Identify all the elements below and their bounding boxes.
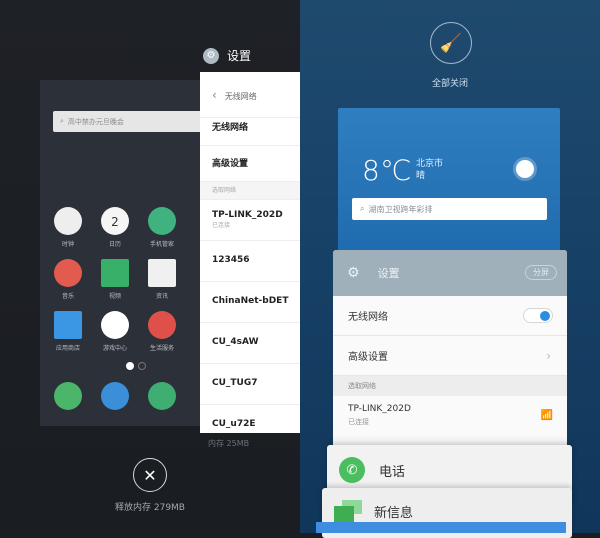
app-store-icon bbox=[54, 311, 82, 339]
clear-all-label: 全部关闭 bbox=[431, 79, 468, 89]
news-icon bbox=[148, 259, 176, 287]
home-search-bar[interactable]: ⌕ 高中禁办元旦晚会 bbox=[53, 111, 203, 132]
settings-card-header: ⚙ 设置 分屏 bbox=[333, 250, 567, 296]
settings-app-title: ⚙ 设置 bbox=[203, 47, 251, 64]
dock-phone[interactable] bbox=[48, 382, 88, 410]
network-item[interactable]: TP-LINK_202D 已连接 bbox=[200, 200, 300, 241]
weather-search-bar[interactable]: ⌕ 湖南卫视跨年彩排 bbox=[352, 198, 547, 220]
settings-recent-card[interactable]: ⚙ 设置 分屏 无线网络 高级设置 › 选取网络 TP-LINK_202D 已连… bbox=[333, 250, 567, 450]
home-screen-card[interactable]: ⌕ 高中禁办元旦晚会 时钟 2 日历 手机管家音乐 视频 资讯应用商店 游戏中心 生活服务 bbox=[40, 80, 210, 426]
settings-gear-icon: ⚙ bbox=[203, 47, 219, 64]
section-label: 选取网络 bbox=[333, 376, 567, 396]
app-clock[interactable]: 时钟 bbox=[48, 207, 88, 248]
app-news[interactable]: 资讯 bbox=[142, 259, 182, 300]
network-item[interactable]: ChinaNet-bDET bbox=[200, 282, 300, 323]
memory-usage: 内存 25MB bbox=[208, 439, 250, 448]
network-item[interactable]: CU_TUG7 bbox=[200, 364, 300, 405]
app-life-service[interactable]: 生活服务 bbox=[142, 311, 182, 352]
phone-icon: ✆ bbox=[339, 457, 365, 483]
wifi-toggle[interactable] bbox=[523, 308, 553, 323]
close-all-button[interactable]: ✕ bbox=[133, 458, 167, 492]
section-label: 选取网络 bbox=[200, 182, 300, 200]
video-icon bbox=[101, 259, 129, 287]
network-item[interactable]: TP-LINK_202D 已连接 📶 bbox=[333, 396, 567, 436]
game-center-icon bbox=[101, 311, 129, 339]
browser-icon bbox=[101, 382, 129, 410]
settings-app-card[interactable]: ‹ 无线网络 无线网络 高级设置 选取网络 TP-LINK_202D 已连接 1234… bbox=[200, 72, 300, 433]
sun-icon bbox=[516, 160, 534, 178]
network-item[interactable]: CU_u72E bbox=[200, 405, 300, 433]
city-name: 北京市 bbox=[416, 159, 444, 169]
clock-icon bbox=[54, 207, 82, 235]
gear-icon: ⚙ bbox=[347, 265, 360, 281]
calendar-icon: 2 bbox=[101, 207, 129, 235]
search-icon: ⌕ bbox=[60, 117, 64, 125]
life-service-icon bbox=[148, 311, 176, 339]
advanced-settings-row[interactable]: 高级设置 bbox=[200, 146, 300, 182]
app-phone-manager[interactable]: 手机管家 bbox=[142, 207, 182, 248]
clear-all-button[interactable]: 🧹 bbox=[430, 22, 472, 64]
chevron-right-icon: › bbox=[546, 348, 551, 363]
wifi-row[interactable]: 无线网络 bbox=[200, 110, 300, 146]
temperature: 8℃ bbox=[362, 154, 412, 187]
weather-card[interactable]: 8℃ 北京市 晴 ⌕ 湖南卫视跨年彩排 bbox=[338, 108, 560, 258]
app-video[interactable]: 视频 bbox=[95, 259, 135, 300]
app-music[interactable]: 音乐 bbox=[48, 259, 88, 300]
dock-browser[interactable] bbox=[95, 382, 135, 410]
phone-manager-icon bbox=[148, 207, 176, 235]
close-icon: ✕ bbox=[143, 465, 157, 485]
wifi-row[interactable]: 无线网络 bbox=[333, 296, 567, 336]
music-icon bbox=[54, 259, 82, 287]
messages-icon bbox=[334, 500, 362, 524]
back-chevron-icon[interactable]: ‹ bbox=[212, 88, 217, 102]
search-icon: ⌕ bbox=[360, 204, 365, 213]
release-memory-label: 释放内存 279MB bbox=[115, 503, 185, 513]
app-calendar[interactable]: 2 日历 bbox=[95, 207, 135, 248]
network-item[interactable]: CU_4sAW bbox=[200, 323, 300, 364]
phone-icon bbox=[54, 382, 82, 410]
search-placeholder: 高中禁办元旦晚会 bbox=[67, 117, 124, 126]
next-card-edge bbox=[316, 522, 566, 533]
page-indicator bbox=[126, 362, 146, 370]
wifi-signal-icon: 📶 bbox=[540, 410, 553, 421]
app-app-store[interactable]: 应用商店 bbox=[48, 311, 88, 352]
left-recents-screen: ⌕ 高中禁办元旦晚会 时钟 2 日历 手机管家音乐 视频 资讯应用商店 游戏中心 生活服务 ⚙… bbox=[0, 0, 300, 533]
advanced-settings-row[interactable]: 高级设置 › bbox=[333, 336, 567, 376]
network-item[interactable]: 123456 bbox=[200, 241, 300, 282]
broom-icon: 🧹 bbox=[439, 32, 463, 54]
weather-condition: 晴 bbox=[416, 171, 426, 181]
split-screen-button[interactable]: 分屏 bbox=[525, 265, 557, 280]
messages-icon bbox=[148, 382, 176, 410]
app-game-center[interactable]: 游戏中心 bbox=[95, 311, 135, 352]
dock-messages[interactable] bbox=[142, 382, 182, 410]
